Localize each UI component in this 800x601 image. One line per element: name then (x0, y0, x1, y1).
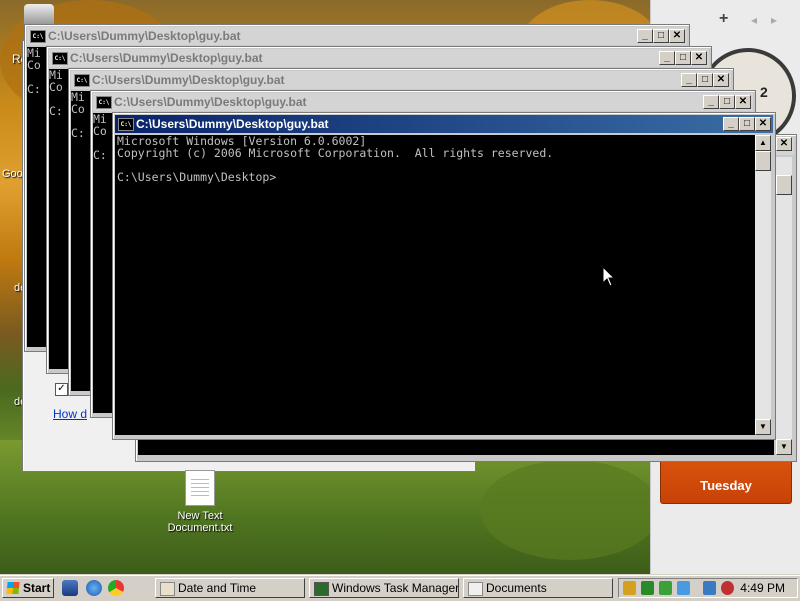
scroll-thumb[interactable] (776, 175, 792, 195)
console-area-active[interactable]: Microsoft Windows [Version 6.0.6002] Copy… (115, 135, 755, 435)
security-shield-icon[interactable] (623, 581, 636, 595)
minimize-button[interactable]: _ (637, 29, 653, 43)
next-gadget-button[interactable]: ▸ (771, 13, 777, 27)
task-label: Documents (486, 581, 547, 595)
window-title-4: C:\Users\Dummy\Desktop\guy.bat (114, 95, 307, 109)
console-window-active[interactable]: C:\ C:\Users\Dummy\Desktop\guy.bat _ □ ✕… (112, 112, 776, 440)
clock-icon (160, 582, 175, 596)
show-desktop-icon[interactable] (62, 580, 78, 596)
task-manager-icon (314, 582, 329, 596)
minimize-button[interactable]: _ (659, 51, 675, 65)
console-icon: C:\ (118, 118, 134, 131)
close-button[interactable]: ✕ (713, 73, 729, 87)
task-task-manager[interactable]: Windows Task Manager (309, 578, 459, 598)
calendar-day: Tuesday (700, 478, 752, 493)
text-file-icon (185, 470, 215, 506)
internet-explorer-icon[interactable] (86, 580, 102, 596)
dialog-checkbox[interactable]: ✓ (55, 383, 68, 396)
mouse-cursor-icon (603, 267, 615, 287)
chrome-icon[interactable] (108, 580, 124, 596)
console-icon: C:\ (74, 74, 90, 87)
close-button[interactable]: ✕ (776, 137, 792, 151)
task-manager-tray-icon[interactable] (641, 581, 654, 595)
minimize-button[interactable]: _ (723, 117, 739, 131)
add-gadget-button[interactable]: + (719, 10, 728, 28)
system-tray: 4:49 PM (618, 578, 798, 598)
maximize-button[interactable]: □ (739, 117, 755, 131)
scroll-down-arrow[interactable]: ▼ (755, 419, 771, 435)
scroll-thumb[interactable] (755, 151, 771, 171)
task-label: Date and Time (178, 581, 257, 595)
file-label: New Text Document.txt (167, 510, 233, 534)
task-documents[interactable]: Documents (463, 578, 613, 598)
title-bar-2[interactable]: C:\ C:\Users\Dummy\Desktop\guy.bat _ □ ✕ (49, 49, 709, 67)
network-icon[interactable] (677, 581, 690, 595)
title-bar-active[interactable]: C:\ C:\Users\Dummy\Desktop\guy.bat _ □ ✕ (115, 115, 773, 133)
recycle-bin-icon[interactable] (24, 4, 54, 24)
minimize-button[interactable]: _ (703, 95, 719, 109)
vertical-scrollbar[interactable]: ▼ (776, 157, 792, 455)
window-title-2: C:\Users\Dummy\Desktop\guy.bat (70, 51, 263, 65)
maximize-button[interactable]: □ (697, 73, 713, 87)
window-title-3: C:\Users\Dummy\Desktop\guy.bat (92, 73, 285, 87)
taskbar-clock[interactable]: 4:49 PM (740, 581, 785, 595)
maximize-button[interactable]: □ (653, 29, 669, 43)
vertical-scrollbar[interactable]: ▲ ▼ (755, 135, 771, 435)
title-bar-3[interactable]: C:\ C:\Users\Dummy\Desktop\guy.bat _ □ ✕ (71, 71, 731, 89)
title-bar-1[interactable]: C:\ C:\Users\Dummy\Desktop\guy.bat _ □ ✕ (27, 27, 687, 45)
minimize-button[interactable]: _ (681, 73, 697, 87)
clock-number: 2 (760, 84, 768, 100)
console-prompt[interactable]: C:\Users\Dummy\Desktop> (117, 171, 755, 183)
maximize-button[interactable]: □ (719, 95, 735, 109)
scroll-down-arrow[interactable]: ▼ (776, 439, 792, 455)
maximize-button[interactable]: □ (675, 51, 691, 65)
prev-gadget-button[interactable]: ◂ (751, 13, 757, 27)
start-button[interactable]: Start (2, 578, 54, 598)
folder-icon (468, 582, 483, 596)
desktop-label-google[interactable]: Goo (2, 168, 23, 180)
close-button[interactable]: ✕ (735, 95, 751, 109)
start-label: Start (23, 581, 51, 595)
task-date-time[interactable]: Date and Time (155, 578, 305, 598)
close-button[interactable]: ✕ (669, 29, 685, 43)
title-bar-4[interactable]: C:\ C:\Users\Dummy\Desktop\guy.bat _ □ ✕ (93, 93, 753, 111)
task-label: Windows Task Manager (332, 581, 459, 595)
taskbar: Start Date and Time Windows Task Manager… (0, 575, 800, 601)
close-button[interactable]: ✕ (755, 117, 771, 131)
connection-icon[interactable] (703, 581, 716, 595)
desktop-file-icon[interactable]: New Text Document.txt (160, 470, 240, 534)
close-button[interactable]: ✕ (691, 51, 707, 65)
help-link[interactable]: How d (53, 407, 87, 421)
volume-muted-icon[interactable] (721, 581, 734, 595)
console-icon: C:\ (30, 30, 46, 43)
window-title-active: C:\Users\Dummy\Desktop\guy.bat (136, 117, 329, 131)
window-title-1: C:\Users\Dummy\Desktop\guy.bat (48, 29, 241, 43)
console-line-copyright: Copyright (c) 2006 Microsoft Corporation… (117, 146, 554, 160)
windows-logo-icon (6, 582, 20, 594)
scroll-up-arrow[interactable]: ▲ (755, 135, 771, 151)
console-icon: C:\ (52, 52, 68, 65)
console-icon: C:\ (96, 96, 112, 109)
check-icon[interactable] (659, 581, 672, 595)
